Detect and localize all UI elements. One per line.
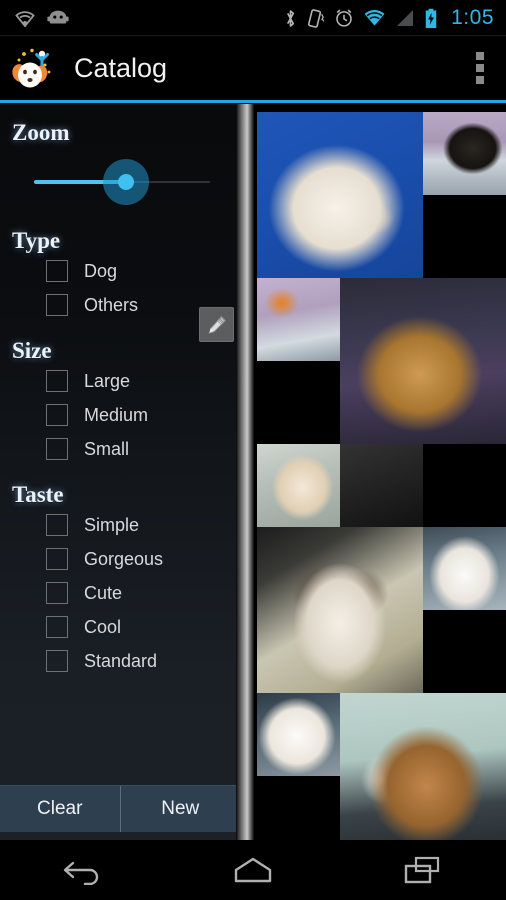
photo-cell[interactable]: [423, 112, 506, 195]
recent-apps-button[interactable]: [367, 840, 477, 900]
checkbox-label-others: Others: [84, 294, 139, 315]
dog-catalog-logo-icon[interactable]: [8, 45, 64, 91]
photo-cell[interactable]: [340, 693, 506, 840]
checkbox-label-dog: Dog: [84, 260, 118, 281]
clear-button[interactable]: Clear: [0, 786, 120, 832]
zoom-slider-thumb[interactable]: [117, 174, 134, 190]
overflow-menu-icon[interactable]: [460, 36, 506, 100]
system-navigation-bar: [0, 840, 506, 900]
content-area: Zoom Type Dog Others Size Large Medium S…: [0, 104, 506, 840]
overflow-dot: [476, 64, 484, 72]
checkbox-simple[interactable]: [46, 514, 68, 536]
status-bar-left-icons: [0, 9, 70, 27]
edit-pencil-button[interactable]: [199, 307, 234, 342]
type-section-heading: Type: [12, 228, 61, 253]
filter-group-size: Size Large Medium Small: [0, 338, 240, 466]
sheltie-collie-on-grooming-table: [340, 693, 506, 840]
cell-signal-icon: [395, 9, 415, 27]
pencil-icon: [208, 315, 226, 334]
checkbox-others[interactable]: [46, 294, 68, 316]
home-icon: [234, 857, 272, 883]
checkbox-small[interactable]: [46, 438, 68, 460]
zoom-section-heading: Zoom: [12, 120, 70, 145]
white-poodle-body-closeup: [257, 693, 340, 776]
checkbox-label-gorgeous: Gorgeous: [84, 548, 164, 569]
back-arrow-icon: [64, 861, 99, 885]
white-poodle-pompom-legs: [423, 527, 506, 610]
wifi-icon: [363, 9, 386, 27]
wifi-signal-icon: [14, 9, 36, 27]
pane-split-divider[interactable]: [236, 104, 487, 840]
checkbox-medium[interactable]: [46, 404, 68, 426]
checkbox-row-gorgeous[interactable]: Gorgeous: [0, 542, 240, 576]
photo-cell[interactable]: [423, 527, 506, 610]
photo-cell[interactable]: [340, 444, 423, 527]
photo-grid-pane[interactable]: [254, 104, 506, 840]
new-button[interactable]: New: [121, 786, 241, 832]
checkbox-label-medium: Medium: [84, 404, 149, 425]
overflow-dot: [476, 76, 484, 84]
checkbox-row-cute[interactable]: Cute: [0, 576, 240, 610]
photo-cell[interactable]: [257, 112, 423, 278]
checkbox-label-standard: Standard: [84, 650, 158, 671]
android-robot-icon: [46, 9, 70, 27]
bluetooth-icon: [284, 8, 297, 29]
photo-cell[interactable]: [257, 693, 340, 776]
android-phone-screen: 1:05 Catalog Zoom Type Dog Others Size L…: [0, 0, 506, 900]
checkbox-row-dog[interactable]: Dog: [0, 254, 240, 288]
battery-charging-icon: [424, 8, 438, 29]
status-bar-right-icons: 1:05: [284, 6, 506, 30]
checkbox-row-medium[interactable]: Medium: [0, 398, 240, 432]
photo-cell[interactable]: [257, 444, 340, 527]
checkbox-row-cool[interactable]: Cool: [0, 610, 240, 644]
home-button[interactable]: [198, 840, 308, 900]
checkbox-label-cool: Cool: [84, 616, 122, 637]
cream-dog-rear-view-groomed: [257, 444, 340, 527]
checkbox-standard[interactable]: [46, 650, 68, 672]
white-poodle-being-trimmed-with-scissors: [257, 112, 423, 278]
checkbox-cool[interactable]: [46, 616, 68, 638]
checkbox-label-simple: Simple: [84, 514, 140, 535]
zoom-slider[interactable]: [0, 154, 240, 210]
checkbox-row-large[interactable]: Large: [0, 364, 240, 398]
overflow-dot: [476, 52, 484, 60]
filter-group-taste: Taste Simple Gorgeous Cute Cool Standard: [0, 482, 240, 678]
black-curly-dog-on-grooming-table: [423, 112, 506, 195]
checkbox-label-small: Small: [84, 438, 130, 459]
photo-cell[interactable]: [257, 278, 340, 361]
photo-grid: [257, 112, 506, 840]
action-bar: Catalog: [0, 36, 506, 100]
checkbox-cute[interactable]: [46, 582, 68, 604]
taste-section-heading: Taste: [12, 482, 64, 507]
alarm-clock-icon: [334, 8, 354, 28]
checkbox-row-small[interactable]: Small: [0, 432, 240, 466]
checkbox-label-large: Large: [84, 370, 131, 391]
vibrate-icon: [306, 8, 325, 29]
yorkshire-terrier-on-grooming-table: [340, 278, 506, 444]
page-title: Catalog: [74, 52, 168, 83]
checkbox-row-standard[interactable]: Standard: [0, 644, 240, 678]
checkbox-gorgeous[interactable]: [46, 548, 68, 570]
white-poodle-standing-closeup: [340, 444, 423, 527]
checkbox-row-simple[interactable]: Simple: [0, 508, 240, 542]
checkbox-dog[interactable]: [46, 260, 68, 282]
recents-icon: [404, 856, 439, 884]
checkbox-label-cute: Cute: [84, 582, 123, 603]
filter-sidebar: Zoom Type Dog Others Size Large Medium S…: [0, 104, 240, 840]
status-clock: 1:05: [451, 6, 494, 29]
photo-cell[interactable]: [257, 527, 423, 693]
back-button[interactable]: [29, 840, 139, 900]
status-bar: 1:05: [0, 0, 506, 36]
purple-wall-grooming-station: [257, 278, 340, 361]
sidebar-button-bar: Clear New: [0, 785, 240, 832]
photo-cell[interactable]: [340, 278, 506, 444]
checkbox-large[interactable]: [46, 370, 68, 392]
springer-spaniel-being-clipped: [257, 527, 423, 693]
